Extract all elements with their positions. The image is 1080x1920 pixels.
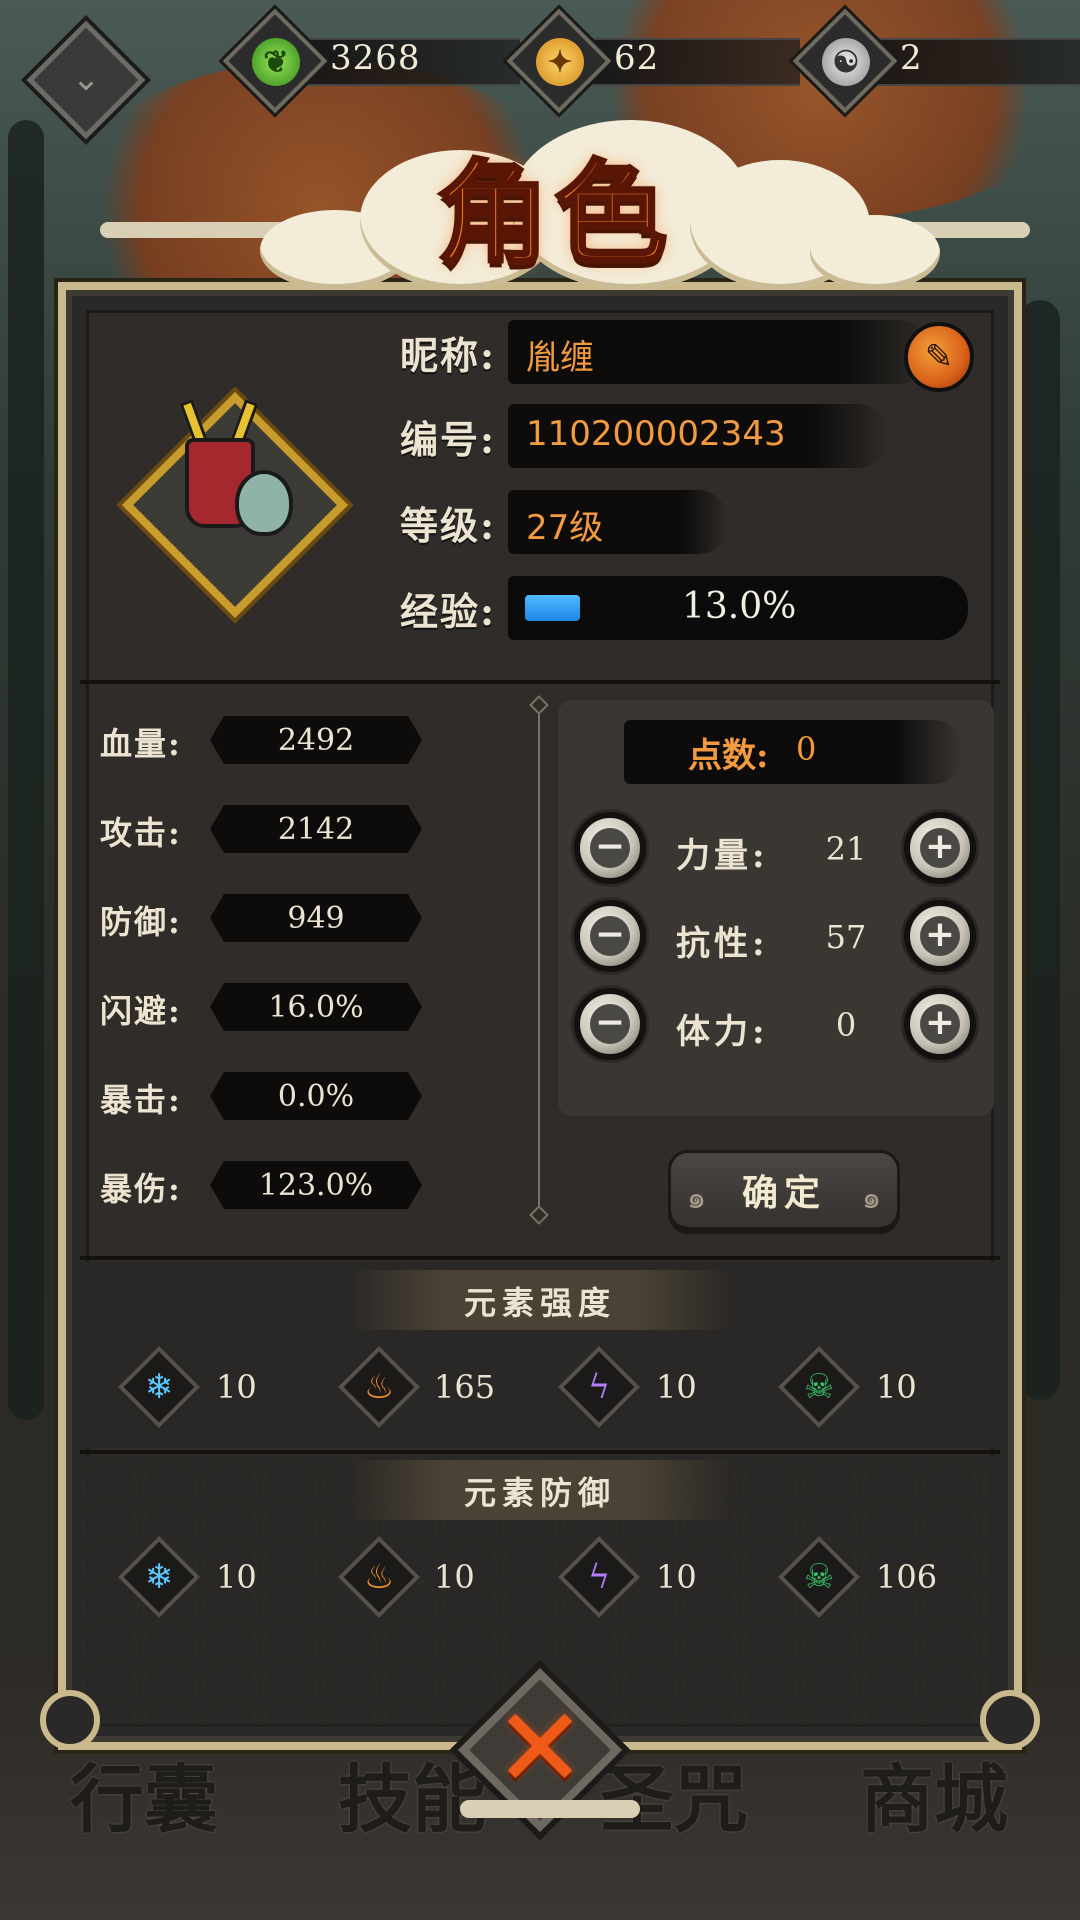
stat-value-box: 949 [210, 894, 422, 942]
exp-row: 经验: [400, 576, 510, 640]
edit-nickname-button[interactable]: ✎ [904, 322, 974, 392]
plus-icon: + [920, 1004, 960, 1044]
chevron-down-icon: ⌄ [71, 59, 101, 99]
menu-item-shop[interactable]: 商城 [860, 1740, 1008, 1847]
resistance-label: 抗性: [676, 924, 769, 964]
stat-row-hp: 血量: 2492 [100, 716, 422, 768]
stat-value: 16.0% [268, 989, 364, 1025]
stat-row-crit: 暴击: 0.0% [100, 1072, 422, 1124]
points-value: 0 [796, 730, 817, 768]
lightning-defense-value: 10 [656, 1558, 697, 1596]
stat-label: 闪避: [100, 992, 182, 1030]
increase-resistance-button[interactable]: + [904, 900, 976, 972]
stat-value: 2492 [277, 722, 355, 758]
element-strength-title: 元素强度 [463, 1284, 616, 1322]
jade-count: 3268 [330, 38, 421, 78]
poison-strength-value: 10 [876, 1368, 917, 1406]
page-title: 角色 [435, 148, 673, 282]
exp-progress-fill [525, 595, 580, 621]
stat-row-attack: 攻击: 2142 [100, 805, 422, 857]
poison-defense-value: 106 [876, 1558, 938, 1596]
exp-percent: 13.0% [682, 586, 797, 627]
close-swirl-ornament [460, 1800, 640, 1818]
nickname-label: 昵称: [400, 332, 497, 378]
green-jade-icon: ❦ [252, 38, 300, 86]
bamboo-trunk [1020, 300, 1060, 1400]
confirm-label: 确定 [741, 1172, 826, 1214]
cloud-blob [810, 215, 940, 290]
stat-value: 0.0% [277, 1078, 355, 1114]
lightning-strength-value: 10 [656, 1368, 697, 1406]
section-divider [80, 1450, 1000, 1454]
stat-value-box: 2142 [210, 805, 422, 853]
collapse-menu-button[interactable]: ⌄ [26, 20, 146, 140]
stat-row-crit-damage: 暴伤: 123.0% [100, 1161, 422, 1213]
coin-count: 62 [614, 38, 660, 78]
avatar-portrait [175, 398, 295, 540]
stamina-label: 体力: [676, 1012, 769, 1052]
resistance-value: 57 [825, 918, 867, 956]
stat-row-defense: 防御: 949 [100, 894, 422, 946]
id-label: 编号: [400, 416, 497, 462]
level-row: 等级: 27级 [400, 490, 728, 554]
stat-label: 防御: [100, 903, 182, 941]
minus-icon: − [590, 1004, 630, 1044]
nickname-row: 昵称: 胤缠 [400, 320, 928, 384]
level-label: 等级: [400, 502, 497, 548]
stat-value-box: 2492 [210, 716, 422, 764]
id-row: 编号: 110200002343 [400, 404, 888, 468]
increase-strength-button[interactable]: + [904, 812, 976, 884]
decrease-resistance-button[interactable]: − [574, 900, 646, 972]
stat-value-box: 0.0% [210, 1072, 422, 1120]
brush-icon: ✎ [924, 337, 954, 377]
stat-value-box: 123.0% [210, 1161, 422, 1209]
stat-label: 攻击: [100, 814, 182, 852]
strength-value: 21 [825, 830, 867, 868]
section-divider [80, 680, 1000, 684]
nickname-value: 胤缠 [526, 338, 594, 378]
token-count: 2 [900, 38, 923, 78]
ice-defense-value: 10 [216, 1558, 257, 1596]
character-avatar [120, 370, 360, 630]
fire-defense-value: 10 [434, 1558, 475, 1596]
points-label: 点数: [688, 736, 769, 776]
plus-icon: + [920, 828, 960, 868]
ice-strength-value: 10 [216, 1368, 257, 1406]
stat-value-box: 16.0% [210, 983, 422, 1031]
stat-row-dodge: 闪避: 16.0% [100, 983, 422, 1035]
yinyang-token-icon: ☯ [822, 38, 870, 86]
menu-item-bag[interactable]: 行囊 [70, 1740, 218, 1847]
swirl-ornament-icon: ๑ [861, 1181, 881, 1216]
decrease-stamina-button[interactable]: − [574, 988, 646, 1060]
corner-ornament [980, 1690, 1040, 1750]
level-value: 27级 [526, 508, 604, 548]
stats-divider-line [538, 704, 540, 1214]
stat-value: 949 [287, 900, 345, 936]
stat-label: 暴击: [100, 1081, 182, 1119]
stat-value: 2142 [277, 811, 355, 847]
decrease-strength-button[interactable]: − [574, 812, 646, 884]
corner-ornament [40, 1690, 100, 1750]
strength-label: 力量: [676, 836, 769, 876]
exp-label: 经验: [400, 588, 497, 634]
confirm-button[interactable]: ๑ 确定 ๑ [668, 1150, 900, 1230]
fire-strength-value: 165 [434, 1368, 496, 1406]
points-header-bg [624, 720, 964, 784]
increase-stamina-button[interactable]: + [904, 988, 976, 1060]
minus-icon: − [590, 828, 630, 868]
stat-value: 123.0% [258, 1167, 374, 1203]
stamina-value: 0 [835, 1006, 857, 1044]
element-defense-title: 元素防御 [463, 1474, 616, 1512]
gold-coin-icon: ✦ [536, 38, 584, 86]
pale-face [235, 470, 293, 536]
minus-icon: − [590, 916, 630, 956]
id-value: 110200002343 [526, 414, 786, 454]
bamboo-trunk [8, 120, 44, 1420]
plus-icon: + [920, 916, 960, 956]
stat-label: 血量: [100, 725, 182, 763]
stat-label: 暴伤: [100, 1170, 182, 1208]
section-divider [80, 1256, 1000, 1260]
close-icon: ✕ [493, 1684, 587, 1812]
swirl-ornament-icon: ๑ [687, 1181, 707, 1216]
